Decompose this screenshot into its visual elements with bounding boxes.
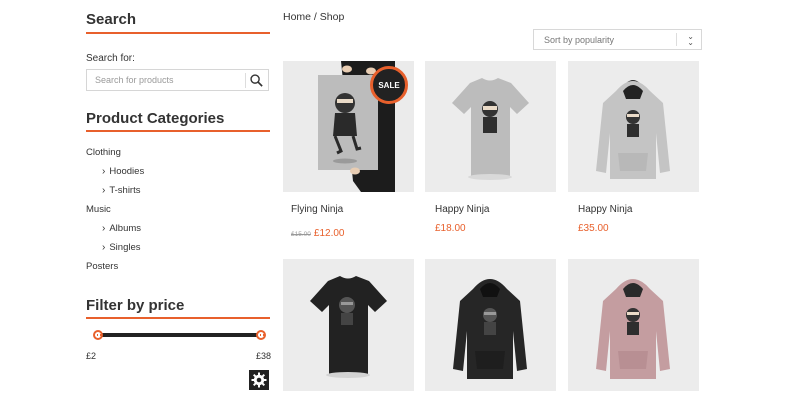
product-image[interactable] [568,259,699,391]
price-slider-track[interactable] [98,333,261,337]
category-label: Posters [86,261,119,272]
product-title[interactable]: Happy Ninja [578,204,632,215]
search-title-rule [86,32,270,34]
product-title[interactable]: Happy Ninja [435,204,489,215]
old-price: £15.00 [291,231,311,238]
search-divider [245,73,246,88]
search-label: Search for: [86,53,135,64]
current-price: £12.00 [313,228,345,239]
sort-select[interactable]: Sort by popularity ⌄ ⌄ [533,29,702,50]
price-filter-title: Filter by price [86,297,185,314]
product-card[interactable]: Happy Ninja £18.00 [425,61,556,234]
chevron-double-down-icon: ⌄ ⌄ [687,32,694,47]
product-image[interactable] [425,259,556,391]
price-filter-button[interactable] [249,370,269,390]
price-min-label: £2 [86,351,97,361]
product-card[interactable] [283,259,414,391]
gear-icon [251,372,267,388]
search-placeholder: Search for products [95,75,174,85]
price-slider-min-handle[interactable] [93,330,103,340]
category-singles[interactable]: › Singles [102,242,141,253]
category-label: Singles [109,242,141,253]
product-image[interactable] [283,259,414,391]
category-hoodies[interactable]: › Hoodies [102,166,144,177]
price-slider-max-handle[interactable] [256,330,266,340]
category-label: Albums [109,223,142,234]
tshirt-image [310,276,387,378]
category-albums[interactable]: › Albums [102,223,141,234]
product-card[interactable]: SALE Flying Ninja £15.00 £12.00 [283,61,414,239]
category-clothing[interactable]: Clothing [86,147,121,158]
search-icon[interactable] [249,73,264,88]
price-max-label: £38 [256,351,272,361]
chevron-right-icon: › [102,223,106,234]
category-label: T-shirts [109,185,141,196]
category-music[interactable]: Music [86,204,111,215]
hoodie-image [596,80,670,179]
category-tshirts[interactable]: › T-shirts [102,185,140,196]
category-label: Music [86,204,111,215]
product-title[interactable]: Flying Ninja [291,204,343,215]
product-image[interactable]: SALE [283,61,414,192]
tshirt-image [452,78,529,180]
sort-divider [676,33,677,46]
product-price: £15.00 £12.00 [291,223,344,241]
search-widget-title: Search [86,11,137,28]
categories-widget-title: Product Categories [86,110,225,127]
product-image[interactable] [425,61,556,192]
product-price: £18.00 [435,223,466,234]
hoodie-image [596,279,670,379]
category-label: Clothing [86,147,121,158]
price-filter-title-rule [86,317,270,319]
category-posters[interactable]: Posters [86,261,118,272]
product-card[interactable] [568,259,699,391]
categories-title-rule [86,130,270,132]
category-label: Hoodies [109,166,145,177]
hoodie-image [453,279,527,379]
product-price: £35.00 [578,223,609,234]
product-card[interactable] [425,259,556,391]
breadcrumb[interactable]: Home / Shop [283,11,344,23]
product-image[interactable] [568,61,699,192]
chevron-right-icon: › [102,166,106,177]
search-input[interactable]: Search for products [86,69,269,91]
sort-selected-value: Sort by popularity [544,35,615,45]
chevron-right-icon: › [102,242,106,253]
product-card[interactable]: Happy Ninja £35.00 [568,61,699,234]
sale-badge: SALE [370,66,408,104]
chevron-right-icon: › [102,185,106,196]
